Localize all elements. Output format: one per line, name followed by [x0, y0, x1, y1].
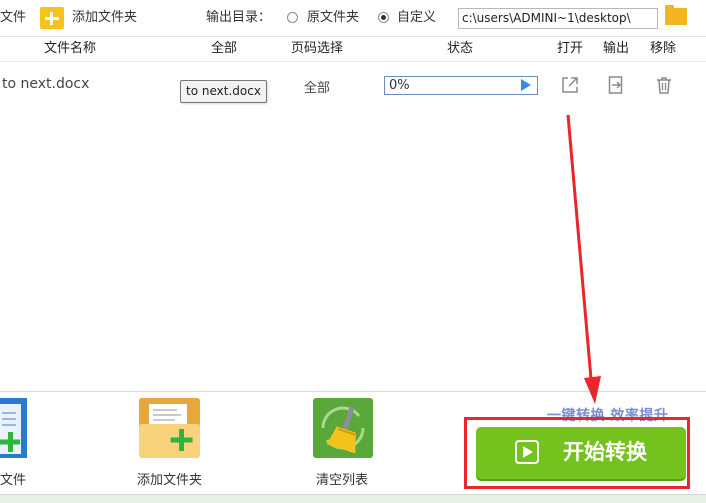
radio-original-folder[interactable] — [287, 12, 298, 23]
progress-text: 0% — [389, 78, 410, 93]
radio-original-folder-label[interactable]: 原文件夹 — [307, 0, 359, 36]
progress-bar: 0% — [384, 76, 538, 95]
toolbar: 文件 添加文件夹 输出目录： 原文件夹 自定义 c:\users\ADMINI~… — [0, 0, 706, 37]
radio-custom-folder-label[interactable]: 自定义 — [397, 0, 436, 36]
add-folder-icon[interactable] — [40, 7, 64, 29]
open-external-icon[interactable] — [561, 76, 579, 94]
output-file-icon[interactable] — [608, 76, 624, 94]
output-path-input[interactable]: c:\users\ADMINI~1\desktop\ — [458, 8, 658, 29]
file-name-cell[interactable]: to next.docx — [2, 76, 89, 92]
header-status: 状态 — [447, 41, 474, 56]
header-total: 全部 — [211, 41, 238, 56]
add-folder-large-icon[interactable] — [139, 398, 200, 458]
add-file-button-label[interactable]: 文件 — [0, 469, 26, 488]
clear-list-button-label[interactable]: 清空列表 — [316, 469, 368, 488]
header-page-select: 页码选择 — [291, 41, 344, 56]
header-filename: 文件名称 — [44, 41, 97, 56]
trash-icon[interactable] — [656, 76, 672, 94]
start-play-icon — [515, 440, 539, 464]
start-convert-label: 开始转换 — [563, 440, 647, 464]
filename-tooltip: to next.docx — [180, 80, 267, 103]
add-file-toolbar-button[interactable]: 文件 — [0, 0, 26, 36]
output-dir-label: 输出目录： — [206, 10, 272, 25]
header-open: 打开 — [557, 41, 584, 56]
header-output: 输出 — [603, 41, 630, 56]
page-range-select[interactable]: 全部 — [304, 77, 330, 96]
header-remove: 移除 — [650, 41, 677, 56]
clear-broom-icon[interactable] — [313, 398, 373, 458]
play-icon[interactable] — [521, 79, 531, 91]
add-folder-button-label[interactable]: 添加文件夹 — [137, 469, 202, 488]
table-header: 文件名称 全部 页码选择 状态 打开 输出 移除 — [0, 37, 706, 62]
add-folder-toolbar-button[interactable]: 添加文件夹 — [72, 0, 137, 36]
folder-browse-icon[interactable] — [665, 5, 687, 25]
add-file-icon[interactable] — [0, 398, 27, 458]
start-convert-button[interactable]: 开始转换 — [476, 427, 686, 479]
radio-custom-folder[interactable] — [378, 12, 389, 23]
